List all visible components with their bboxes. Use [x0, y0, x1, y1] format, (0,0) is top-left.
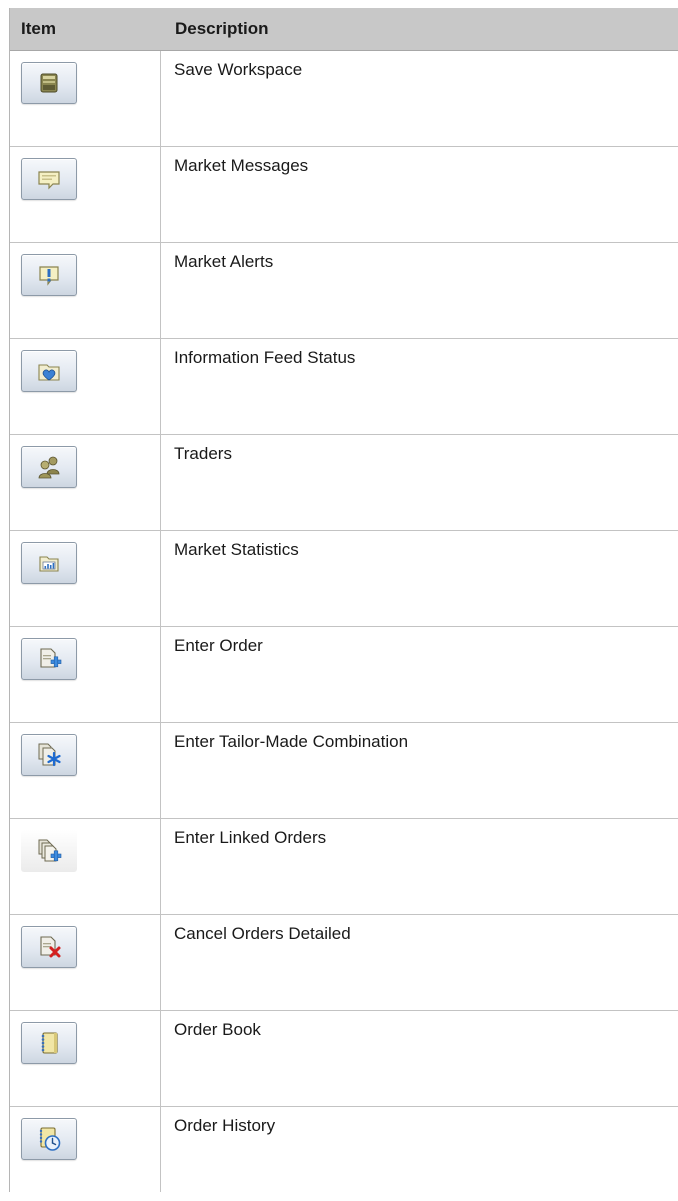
order-history-icon — [39, 1127, 61, 1151]
description-cell: Cancel Orders Detailed — [174, 924, 351, 943]
description-cell: Information Feed Status — [174, 348, 356, 367]
item-cell — [10, 1011, 161, 1106]
enter-linked-orders-button[interactable] — [21, 830, 77, 872]
item-cell — [10, 147, 161, 242]
table-row: Information Feed Status — [10, 339, 678, 435]
enter-order-button[interactable] — [21, 638, 77, 680]
market-messages-icon — [38, 171, 60, 190]
enter-tailor-made-combination-button[interactable] — [21, 734, 77, 776]
item-cell — [10, 627, 161, 722]
save-workspace-button[interactable] — [21, 62, 77, 104]
market-alerts-icon — [39, 266, 59, 286]
description-cell: Enter Linked Orders — [174, 828, 327, 847]
table-header: Item Description — [10, 8, 678, 51]
order-book-button[interactable] — [21, 1022, 77, 1064]
description-cell: Traders — [174, 444, 232, 463]
toolbar-icon-table: Item Description Save Workspace Market M… — [9, 8, 678, 1192]
table-row: Market Alerts — [10, 243, 678, 339]
save-workspace-icon — [40, 73, 58, 93]
table-row: Order History — [10, 1107, 678, 1192]
table-row: Market Messages — [10, 147, 678, 243]
table-row: Enter Tailor-Made Combination — [10, 723, 678, 819]
table-row: Cancel Orders Detailed — [10, 915, 678, 1011]
market-statistics-button[interactable] — [21, 542, 77, 584]
item-cell — [10, 819, 161, 914]
information-feed-status-button[interactable] — [21, 350, 77, 392]
item-cell — [10, 723, 161, 818]
enter-linked-orders-icon — [38, 839, 62, 862]
table-row: Traders — [10, 435, 678, 531]
table-row: Save Workspace — [10, 51, 678, 147]
description-cell: Order Book — [174, 1020, 261, 1039]
cancel-orders-detailed-button[interactable] — [21, 926, 77, 968]
description-cell: Market Statistics — [174, 540, 299, 559]
item-cell — [10, 339, 161, 434]
table-row: Order Book — [10, 1011, 678, 1107]
header-item: Item — [21, 19, 56, 38]
header-description: Description — [175, 19, 269, 38]
description-cell: Market Alerts — [174, 252, 274, 271]
cancel-orders-detailed-icon — [40, 936, 61, 958]
traders-button[interactable] — [21, 446, 77, 488]
table-row: Market Statistics — [10, 531, 678, 627]
item-cell — [10, 435, 161, 530]
description-cell: Save Workspace — [174, 60, 303, 79]
traders-icon — [38, 456, 60, 479]
description-cell: Enter Tailor-Made Combination — [174, 732, 409, 751]
item-cell — [10, 243, 161, 338]
order-book-icon — [41, 1032, 58, 1054]
market-statistics-icon — [39, 556, 59, 572]
description-cell: Order History — [174, 1116, 276, 1135]
information-feed-status-icon — [38, 364, 60, 381]
item-cell — [10, 531, 161, 626]
enter-order-icon — [40, 648, 62, 668]
item-cell — [10, 51, 161, 146]
description-cell: Enter Order — [174, 636, 263, 655]
description-cell: Market Messages — [174, 156, 309, 175]
market-alerts-button[interactable] — [21, 254, 77, 296]
item-cell — [10, 915, 161, 1010]
item-cell — [10, 1107, 161, 1192]
market-messages-button[interactable] — [21, 158, 77, 200]
enter-tailor-made-combination-icon — [38, 743, 61, 767]
table-row: Enter Linked Orders — [10, 819, 678, 915]
table-row: Enter Order — [10, 627, 678, 723]
order-history-button[interactable] — [21, 1118, 77, 1160]
